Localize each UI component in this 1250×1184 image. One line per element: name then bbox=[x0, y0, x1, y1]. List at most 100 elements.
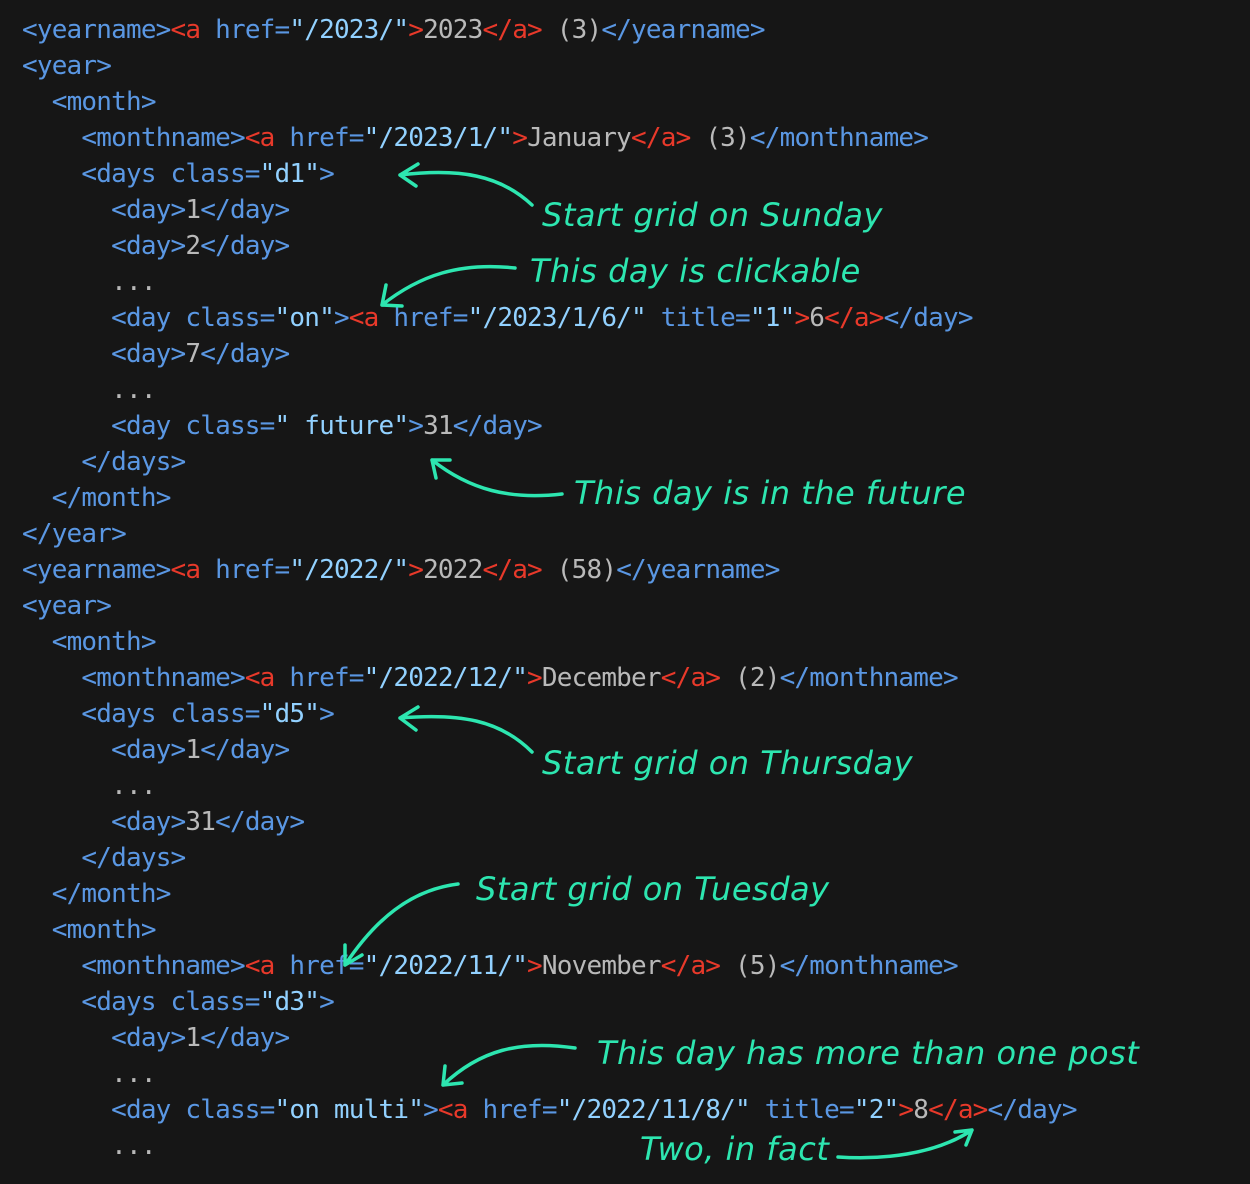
code-token: <year> bbox=[22, 51, 112, 81]
code-token: </day> bbox=[200, 195, 290, 225]
code-token: "1" bbox=[749, 303, 795, 333]
code-token: <day> bbox=[111, 1023, 186, 1053]
code-token: 1 bbox=[185, 1023, 201, 1053]
code-token: href= bbox=[200, 15, 290, 45]
code-token: </a> bbox=[631, 123, 691, 153]
code-token: > bbox=[319, 987, 335, 1017]
code-token: 31 bbox=[185, 807, 216, 837]
code-token: </month> bbox=[51, 483, 172, 513]
code-token: "d5" bbox=[259, 699, 320, 729]
code-token: </a> bbox=[928, 1095, 988, 1125]
code-token: (5) bbox=[720, 951, 780, 981]
code-line: <monthname><a href="/2023/1/">January</a… bbox=[22, 120, 1077, 156]
code-token: > bbox=[423, 1095, 439, 1125]
code-token: </monthname> bbox=[779, 663, 959, 693]
code-token: </monthname> bbox=[749, 123, 929, 153]
code-token: <days class= bbox=[81, 699, 260, 729]
code-token: </day> bbox=[987, 1095, 1078, 1125]
code-token: </month> bbox=[51, 879, 172, 909]
code-token: <day class= bbox=[111, 303, 275, 333]
code-token: <month> bbox=[51, 915, 157, 945]
code-line: </year> bbox=[22, 516, 1077, 552]
code-token: <day class= bbox=[111, 1095, 275, 1125]
code-token: "/2022/" bbox=[289, 555, 409, 585]
code-line: <day>31</day> bbox=[22, 804, 1077, 840]
code-token: <monthname> bbox=[81, 123, 245, 153]
code-line: <day class="on"><a href="/2023/1/6/" tit… bbox=[22, 300, 1077, 336]
code-token: "/2023/" bbox=[289, 15, 409, 45]
code-token: January bbox=[527, 123, 632, 153]
code-token: "d1" bbox=[259, 159, 320, 189]
code-token: " future" bbox=[274, 411, 409, 441]
code-token: href= bbox=[200, 555, 290, 585]
code-token: "/2023/1/6/" bbox=[467, 303, 647, 333]
code-token: title= bbox=[645, 303, 751, 333]
code-line: <month> bbox=[22, 84, 1077, 120]
code-line: <year> bbox=[22, 588, 1077, 624]
code-listing: <yearname><a href="/2023/">2023</a> (3)<… bbox=[22, 12, 1077, 1164]
code-token: </yearname> bbox=[601, 15, 765, 45]
code-token: ... bbox=[111, 1059, 156, 1089]
code-token: </year> bbox=[22, 519, 127, 549]
code-token: December bbox=[541, 663, 662, 693]
code-line: <day class="on multi"><a href="/2022/11/… bbox=[22, 1092, 1077, 1128]
note-future: This day is in the future bbox=[574, 474, 967, 512]
code-token: </a> bbox=[482, 555, 543, 585]
code-token: ... bbox=[111, 771, 156, 801]
code-token: </days> bbox=[81, 447, 186, 477]
note-start-thursday: Start grid on Thursday bbox=[542, 744, 914, 782]
code-line: <yearname><a href="/2022/">2022</a> (58)… bbox=[22, 552, 1077, 588]
code-line: <day>7</day> bbox=[22, 336, 1077, 372]
code-token: (2) bbox=[720, 663, 780, 693]
code-token: <year> bbox=[22, 591, 112, 621]
code-token: "/2022/11/" bbox=[363, 951, 528, 981]
code-token: (3) bbox=[541, 15, 602, 45]
code-line: <monthname><a href="/2022/12/">December <… bbox=[22, 660, 1077, 696]
code-token: <day> bbox=[111, 735, 186, 765]
code-token: > bbox=[898, 1095, 914, 1125]
code-token: <monthname> bbox=[81, 663, 245, 693]
code-token: <a bbox=[348, 303, 380, 333]
code-token: <day> bbox=[111, 807, 186, 837]
code-token: > bbox=[794, 303, 810, 333]
code-token: 31 bbox=[423, 411, 454, 441]
code-token: 2 bbox=[185, 231, 201, 261]
code-token: 6 bbox=[809, 303, 825, 333]
code-token: </monthname> bbox=[779, 951, 959, 981]
code-token: ... bbox=[111, 1131, 156, 1161]
code-token: <month> bbox=[51, 627, 157, 657]
code-token: "/2022/11/8/" bbox=[556, 1095, 751, 1125]
code-token: > bbox=[527, 663, 543, 693]
code-token: "on multi" bbox=[274, 1095, 424, 1125]
note-clickable: This day is clickable bbox=[530, 252, 861, 290]
code-token: <day> bbox=[111, 195, 186, 225]
code-line: ... bbox=[22, 1128, 1077, 1164]
code-token: </yearname> bbox=[616, 555, 780, 585]
code-line: <year> bbox=[22, 48, 1077, 84]
code-token: href= bbox=[274, 663, 364, 693]
code-token: </day> bbox=[200, 735, 290, 765]
code-token: > bbox=[408, 15, 424, 45]
code-token: > bbox=[319, 159, 335, 189]
code-token: "/2023/1/" bbox=[363, 123, 513, 153]
code-token: <a bbox=[244, 663, 276, 693]
note-start-tuesday: Start grid on Tuesday bbox=[476, 870, 830, 908]
code-token: </a> bbox=[482, 15, 543, 45]
code-token: </a> bbox=[660, 951, 721, 981]
code-line: <days class="d3"> bbox=[22, 984, 1077, 1020]
code-token: <a bbox=[244, 123, 276, 153]
code-token: 2022 bbox=[423, 555, 483, 585]
code-token: </day> bbox=[452, 411, 543, 441]
code-token: (58) bbox=[541, 555, 617, 585]
code-line: <monthname><a href="/2022/11/">November<… bbox=[22, 948, 1077, 984]
code-token: </a> bbox=[824, 303, 884, 333]
code-token: </day> bbox=[883, 303, 974, 333]
code-token: "/2022/12/" bbox=[363, 663, 528, 693]
code-token: 2023 bbox=[423, 15, 483, 45]
code-token: ... bbox=[111, 375, 156, 405]
code-token: "d3" bbox=[259, 987, 320, 1017]
code-line: <days class="d5"> bbox=[22, 696, 1077, 732]
code-token: <day> bbox=[111, 231, 186, 261]
code-token: <yearname> bbox=[22, 15, 171, 45]
code-line: ... bbox=[22, 372, 1077, 408]
